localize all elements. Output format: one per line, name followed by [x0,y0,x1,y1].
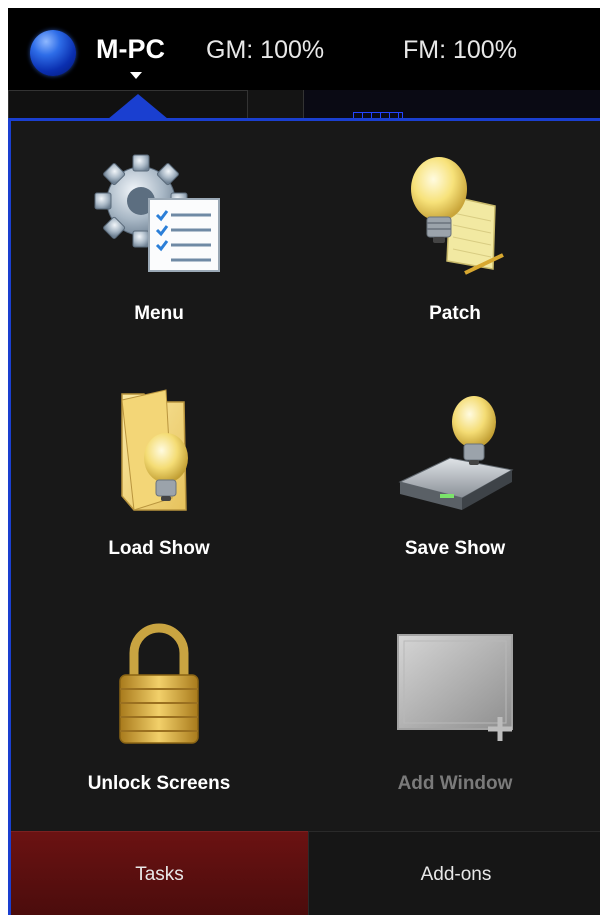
menu-task-button[interactable]: Menu [11,121,307,356]
unlock-screens-label: Unlock Screens [87,773,231,794]
top-bar: M-PC GM: 100% FM: 100% [8,8,600,90]
popup-tab-bar: Tasks Add-ons [11,831,600,915]
unlock-screens-task-button[interactable]: Unlock Screens [11,591,307,826]
app-window: M-PC GM: 100% FM: 100% Menu Patch Load S… [8,8,600,915]
save-show-task-button[interactable]: Save Show [307,356,600,591]
folder-lightbulb-icon [11,386,307,516]
tasks-popup-panel: Menu Patch Load Show Save Show Unlock Sc… [8,118,600,915]
chevron-down-icon[interactable] [130,72,142,79]
grand-master-readout[interactable]: GM: 100% [206,36,324,65]
tab-tasks[interactable]: Tasks [11,831,308,915]
gear-checklist-icon [11,151,307,281]
save-show-label: Save Show [404,538,506,559]
fader-master-readout[interactable]: FM: 100% [403,36,517,65]
station-name-button[interactable]: M-PC [96,34,165,65]
tab-add-ons[interactable]: Add-ons [308,831,600,915]
popup-pointer [108,94,168,119]
main-orb-button[interactable] [30,30,76,76]
patch-task-button[interactable]: Patch [307,121,600,356]
padlock-icon [11,621,307,751]
drive-lightbulb-icon [307,386,600,516]
background-pane-right [303,90,600,120]
lightbulb-notepad-icon [307,151,600,281]
menu-label: Menu [134,303,184,324]
load-show-task-button[interactable]: Load Show [11,356,307,591]
add-window-icon [307,621,600,751]
add-window-label: Add Window [397,773,513,794]
load-show-label: Load Show [108,538,210,559]
add-window-task-button[interactable]: Add Window [307,591,600,826]
patch-label: Patch [429,303,481,324]
